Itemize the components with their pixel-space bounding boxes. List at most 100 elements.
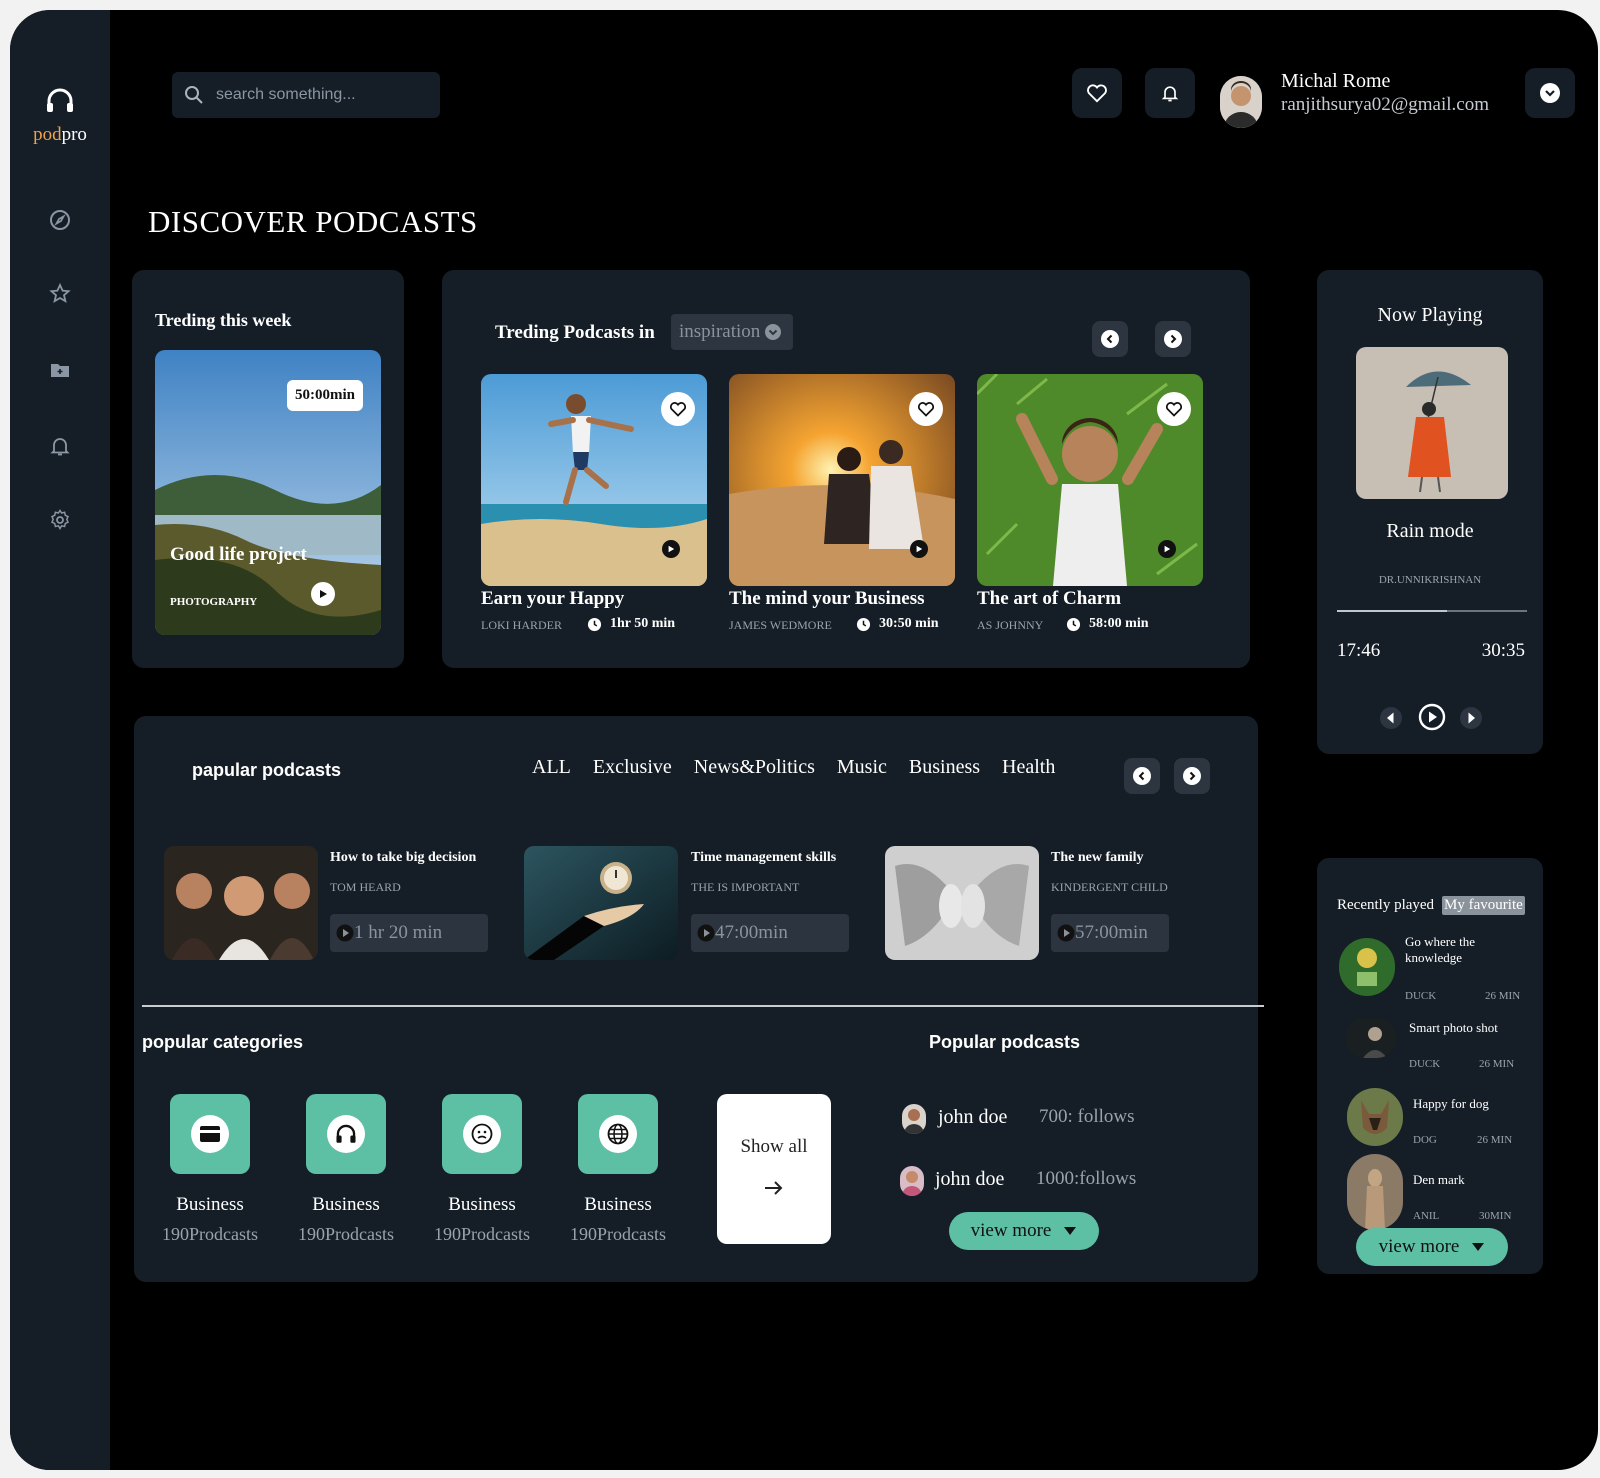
creator-avatar[interactable] xyxy=(900,1166,924,1196)
play-icon xyxy=(1057,924,1075,942)
person-avatar-icon xyxy=(904,1109,924,1134)
user-menu-dropdown[interactable] xyxy=(1525,68,1575,118)
carousel-next-button[interactable] xyxy=(1155,321,1191,357)
favorites-button[interactable] xyxy=(1072,68,1122,118)
heart-icon xyxy=(917,402,935,417)
podcast-title[interactable]: Time management skills xyxy=(691,850,836,866)
duration-badge: 50:00min xyxy=(287,380,363,411)
podcast-thumbnail[interactable] xyxy=(164,846,318,960)
popular-next-button[interactable] xyxy=(1174,758,1210,794)
filter-value: inspiration xyxy=(679,321,761,342)
tab-music[interactable]: Music xyxy=(837,756,887,779)
podcast-card-image[interactable] xyxy=(729,374,955,586)
creator-name[interactable]: john doe xyxy=(938,1106,1007,1129)
podcast-title[interactable]: The new family xyxy=(1051,850,1144,866)
podcast-title[interactable]: The art of Charm xyxy=(977,588,1121,610)
category-label: Business xyxy=(176,1194,244,1215)
dog-image xyxy=(1347,1088,1403,1146)
show-all-button[interactable]: Show all xyxy=(717,1094,831,1244)
creator-avatar[interactable] xyxy=(902,1104,926,1134)
podcast-thumbnail[interactable] xyxy=(885,846,1039,960)
play-button[interactable] xyxy=(662,540,680,558)
category-filter-dropdown[interactable]: inspiration xyxy=(671,314,793,350)
category-tile[interactable] xyxy=(306,1094,386,1174)
play-icon xyxy=(668,545,675,553)
notifications-button[interactable] xyxy=(1145,68,1195,118)
star-icon[interactable] xyxy=(48,282,72,306)
compass-icon[interactable] xyxy=(48,208,72,232)
like-button[interactable] xyxy=(1157,392,1191,426)
thinking-men-image xyxy=(164,846,318,960)
like-button[interactable] xyxy=(909,392,943,426)
duration-pill[interactable]: 1 hr 20 min xyxy=(330,914,488,952)
popular-prev-button[interactable] xyxy=(1124,758,1160,794)
logo[interactable]: podpro xyxy=(10,88,110,146)
play-button[interactable] xyxy=(910,540,928,558)
duration-pill[interactable]: 57:00min xyxy=(1051,914,1169,952)
user-avatar[interactable] xyxy=(1220,76,1262,128)
trending-week-card[interactable]: 50:00min Good life project PHOTOGRAPHY xyxy=(155,350,381,635)
chevron-right-icon xyxy=(1189,771,1196,781)
duration-pill[interactable]: 47:00min xyxy=(691,914,849,952)
podcast-card-image[interactable] xyxy=(481,374,707,586)
recent-tabs: Recently played My favourite xyxy=(1337,896,1525,915)
podcast-card-image[interactable] xyxy=(977,374,1203,586)
previous-track-icon[interactable] xyxy=(1379,706,1403,730)
tab-recently-played[interactable]: Recently played xyxy=(1337,897,1434,914)
like-button[interactable] xyxy=(661,392,695,426)
podcast-title[interactable]: How to take big decision xyxy=(330,850,476,866)
category-tile[interactable] xyxy=(442,1094,522,1174)
podcast-title[interactable]: Earn your Happy xyxy=(481,588,624,610)
recent-title[interactable]: Smart photo shot xyxy=(1409,1020,1498,1036)
elapsed-time: 17:46 xyxy=(1337,640,1381,661)
trending-podcasts-panel: Treding Podcasts in inspiration Earn you… xyxy=(442,270,1250,668)
view-more-creators-button[interactable]: view more xyxy=(949,1212,1099,1250)
carousel-prev-button[interactable] xyxy=(1092,321,1128,357)
category-label: Business xyxy=(448,1194,516,1215)
play-icon xyxy=(320,590,327,598)
podcast-title[interactable]: The mind your Business xyxy=(729,588,925,610)
portrait-image xyxy=(1345,1018,1397,1058)
settings-gear-icon[interactable] xyxy=(48,508,72,532)
podcast-duration: 30:50 min xyxy=(856,616,939,632)
category-tile[interactable] xyxy=(578,1094,658,1174)
play-pause-icon[interactable] xyxy=(1417,702,1447,732)
category-tile[interactable] xyxy=(170,1094,250,1174)
search-input[interactable] xyxy=(216,72,426,118)
search-bar[interactable] xyxy=(172,72,440,118)
tab-business[interactable]: Business xyxy=(909,756,980,779)
show-all-label: Show all xyxy=(740,1136,808,1157)
card-icon xyxy=(200,1126,220,1142)
folder-icon[interactable] xyxy=(48,358,72,382)
headphones-icon xyxy=(336,1124,356,1143)
tab-all[interactable]: ALL xyxy=(532,756,571,779)
next-track-icon[interactable] xyxy=(1459,706,1483,730)
podcast-author: THE IS IMPORTANT xyxy=(691,880,800,894)
creator-name[interactable]: john doe xyxy=(935,1168,1004,1191)
recent-thumbnail[interactable] xyxy=(1345,1018,1397,1058)
track-title: Rain mode xyxy=(1386,520,1474,542)
user-name: Michal Rome xyxy=(1281,70,1391,92)
recent-thumbnail[interactable] xyxy=(1339,938,1395,996)
recent-title[interactable]: Go where the knowledge xyxy=(1405,934,1525,966)
tab-news-politics[interactable]: News&Politics xyxy=(694,756,815,779)
progress-track[interactable] xyxy=(1337,610,1527,612)
podcast-thumbnail[interactable] xyxy=(524,846,678,960)
recent-thumbnail[interactable] xyxy=(1347,1088,1403,1146)
play-button[interactable] xyxy=(311,582,335,606)
category-count: 190Prodcasts xyxy=(298,1224,394,1244)
recent-title[interactable]: Den mark xyxy=(1413,1172,1465,1188)
recent-duration: 26 MIN xyxy=(1477,1134,1513,1146)
play-button[interactable] xyxy=(1158,540,1176,558)
recent-thumbnail[interactable] xyxy=(1347,1154,1403,1230)
tab-my-favourite[interactable]: My favourite xyxy=(1442,896,1525,915)
recent-title[interactable]: Happy for dog xyxy=(1413,1096,1489,1112)
album-art xyxy=(1356,347,1508,499)
recent-author: DUCK xyxy=(1405,990,1437,1002)
tab-exclusive[interactable]: Exclusive xyxy=(593,756,672,779)
view-more-recent-button[interactable]: view more xyxy=(1356,1228,1508,1266)
bell-icon[interactable] xyxy=(48,434,72,458)
creator-followers: 700: follows xyxy=(1039,1106,1135,1127)
tab-health[interactable]: Health xyxy=(1002,756,1055,779)
chevron-down-icon xyxy=(765,324,782,340)
